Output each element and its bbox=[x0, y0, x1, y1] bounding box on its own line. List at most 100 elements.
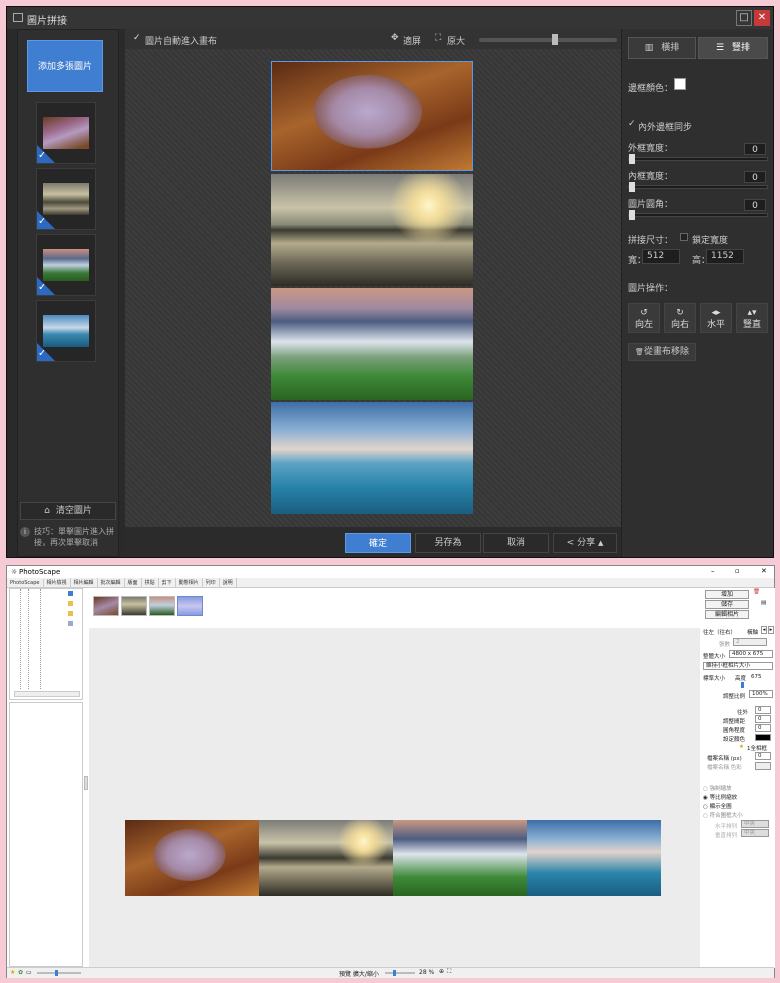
collage-image-arch[interactable] bbox=[271, 61, 473, 171]
inner-border-slider[interactable] bbox=[628, 182, 768, 192]
save-button[interactable]: 儲存 bbox=[705, 600, 749, 609]
border-color-swatch[interactable] bbox=[674, 78, 686, 90]
thumbnail-item[interactable]: ✓ bbox=[36, 300, 96, 362]
height-value[interactable]: 675 bbox=[751, 674, 762, 680]
next-arrow-button[interactable]: ▸ bbox=[768, 626, 774, 634]
maximize-button[interactable]: □ bbox=[736, 10, 752, 26]
tab-item[interactable]: 版面 bbox=[125, 578, 142, 587]
slider-knob[interactable] bbox=[629, 182, 635, 192]
sync-borders-label[interactable]: 內外邊框同步 bbox=[638, 120, 692, 133]
folder-icon[interactable] bbox=[68, 591, 73, 596]
trash-icon[interactable]: 🗑 bbox=[753, 589, 760, 595]
thumbnail-item[interactable]: ✓ bbox=[36, 102, 96, 164]
strip-thumb[interactable] bbox=[149, 596, 175, 616]
thumb-size-slider[interactable] bbox=[37, 970, 81, 976]
thumbnail-item[interactable]: ✓ bbox=[36, 168, 96, 230]
filename-input[interactable]: 0 bbox=[755, 752, 771, 760]
radio-proportional[interactable]: ◉ 等比例縮放 bbox=[703, 793, 737, 801]
check-icon[interactable]: ✓ bbox=[133, 33, 141, 43]
original-size-label[interactable]: 原大 bbox=[447, 34, 465, 47]
add-images-button[interactable]: 添加多張圖片 bbox=[27, 40, 103, 92]
zoom-slider[interactable] bbox=[479, 34, 617, 45]
auto-canvas-label[interactable]: 圖片自動進入畫布 bbox=[145, 34, 217, 47]
corner-radius-input[interactable]: 0 bbox=[744, 199, 766, 211]
filename-color-swatch[interactable] bbox=[755, 762, 771, 770]
tab-item[interactable]: 說明 bbox=[220, 578, 237, 587]
confirm-button[interactable]: 確定 bbox=[345, 533, 411, 553]
tab-item[interactable]: 拼貼 bbox=[142, 578, 159, 587]
height-input[interactable]: 1152 bbox=[706, 249, 744, 264]
inner-border-input[interactable]: 0 bbox=[744, 171, 766, 183]
add-button[interactable]: 增加 bbox=[705, 590, 749, 599]
preview-image-lake[interactable] bbox=[259, 820, 393, 896]
refresh-icon[interactable]: ✿ bbox=[18, 969, 23, 976]
count-input[interactable]: 2 bbox=[733, 638, 767, 646]
check-icon[interactable]: ✓ bbox=[628, 119, 636, 129]
thumbnail-item[interactable]: ✓ bbox=[36, 234, 96, 296]
height-slider-knob[interactable] bbox=[741, 682, 744, 688]
share-button[interactable]: < 分享 ▲ bbox=[553, 533, 617, 553]
lock-width-checkbox[interactable] bbox=[680, 233, 688, 241]
close-button[interactable]: ✕ bbox=[761, 567, 767, 575]
original-size-icon[interactable]: ⛶ bbox=[435, 33, 441, 43]
frame-label[interactable]: 1全相框 bbox=[747, 744, 767, 752]
folder-icon[interactable]: ▭ bbox=[26, 969, 32, 976]
slider-knob[interactable] bbox=[629, 154, 635, 164]
flip-horizontal-button[interactable]: ◂▸ 水平 bbox=[700, 303, 732, 333]
star-icon[interactable]: ★ bbox=[10, 969, 15, 976]
radio-show-all[interactable]: ○ 顯示全圖 bbox=[703, 802, 732, 810]
tab-item[interactable]: 列印 bbox=[203, 578, 220, 587]
splitter-handle[interactable] bbox=[84, 776, 88, 790]
gap-input[interactable]: 0 bbox=[755, 715, 771, 723]
horizontal-scrollbar[interactable] bbox=[14, 691, 80, 697]
corner-input[interactable]: 0 bbox=[755, 724, 771, 732]
rotate-left-button[interactable]: ↺ 向左 bbox=[628, 303, 660, 333]
cancel-button[interactable]: 取消 bbox=[483, 533, 549, 553]
tab-item[interactable]: 剪下 bbox=[159, 578, 176, 587]
corner-radius-slider[interactable] bbox=[628, 210, 768, 220]
preview-image-sea[interactable] bbox=[527, 820, 661, 896]
preview-zoom-slider[interactable] bbox=[385, 970, 415, 976]
tab-horizontal[interactable]: ▥ 橫排 bbox=[628, 37, 696, 59]
prev-arrow-button[interactable]: ◂ bbox=[761, 626, 767, 634]
tab-item[interactable]: 相片編輯 bbox=[71, 578, 98, 587]
outer-border-slider[interactable] bbox=[628, 154, 768, 164]
halign-select[interactable]: 中央 bbox=[741, 820, 769, 828]
tab-item[interactable]: PhotoScape bbox=[7, 579, 44, 587]
tab-item[interactable]: 動態相片 bbox=[176, 578, 203, 587]
slider-knob[interactable] bbox=[393, 970, 397, 976]
zoom-in-icon[interactable]: ⊕ bbox=[439, 968, 444, 975]
valign-select[interactable]: 中央 bbox=[741, 829, 769, 837]
collage-image-lake[interactable] bbox=[271, 174, 473, 286]
color-swatch[interactable] bbox=[755, 734, 771, 741]
flip-vertical-button[interactable]: ▴▾ 豎直 bbox=[736, 303, 768, 333]
slider-knob[interactable] bbox=[55, 970, 58, 976]
folder-icon[interactable] bbox=[68, 601, 73, 606]
zoom-slider-knob[interactable] bbox=[551, 34, 558, 45]
preview-image-hills[interactable] bbox=[393, 820, 527, 896]
tab-item[interactable]: 相片檢視 bbox=[44, 578, 71, 587]
list-icon[interactable]: ▤ bbox=[761, 600, 766, 606]
save-as-button[interactable]: 另存為 bbox=[415, 533, 481, 553]
remove-from-canvas-button[interactable]: 🗑從畫布移除 bbox=[628, 343, 696, 361]
width-input[interactable]: 512 bbox=[642, 249, 680, 264]
fit-screen-icon[interactable]: ✥ bbox=[391, 33, 399, 43]
slider-knob[interactable] bbox=[629, 210, 635, 220]
tab-item[interactable]: 批次編輯 bbox=[98, 578, 125, 587]
radio-force-scale[interactable]: ○ 強制縮放 bbox=[703, 784, 732, 792]
preview-image-arch[interactable] bbox=[125, 820, 259, 896]
fit-screen-label[interactable]: 適屏 bbox=[403, 34, 421, 47]
close-button[interactable]: ✕ bbox=[754, 10, 770, 26]
outer-border-input[interactable]: 0 bbox=[744, 143, 766, 155]
ratio-input[interactable]: 100% bbox=[749, 690, 773, 698]
outer-input[interactable]: 0 bbox=[755, 706, 771, 714]
strip-thumb[interactable] bbox=[93, 596, 119, 616]
strip-thumb[interactable] bbox=[121, 596, 147, 616]
strip-thumb[interactable] bbox=[177, 596, 203, 616]
maximize-button[interactable]: ▫ bbox=[735, 567, 740, 575]
tab-vertical[interactable]: ☰ 豎排 bbox=[698, 37, 768, 59]
resize-mode-select[interactable]: 維持小框相片大小 bbox=[703, 662, 773, 670]
edit-photo-button[interactable]: 編輯相片 bbox=[705, 610, 749, 619]
clear-images-button[interactable]: ⌂ 清空圖片 bbox=[20, 502, 116, 520]
rotate-right-button[interactable]: ↻ 向右 bbox=[664, 303, 696, 333]
